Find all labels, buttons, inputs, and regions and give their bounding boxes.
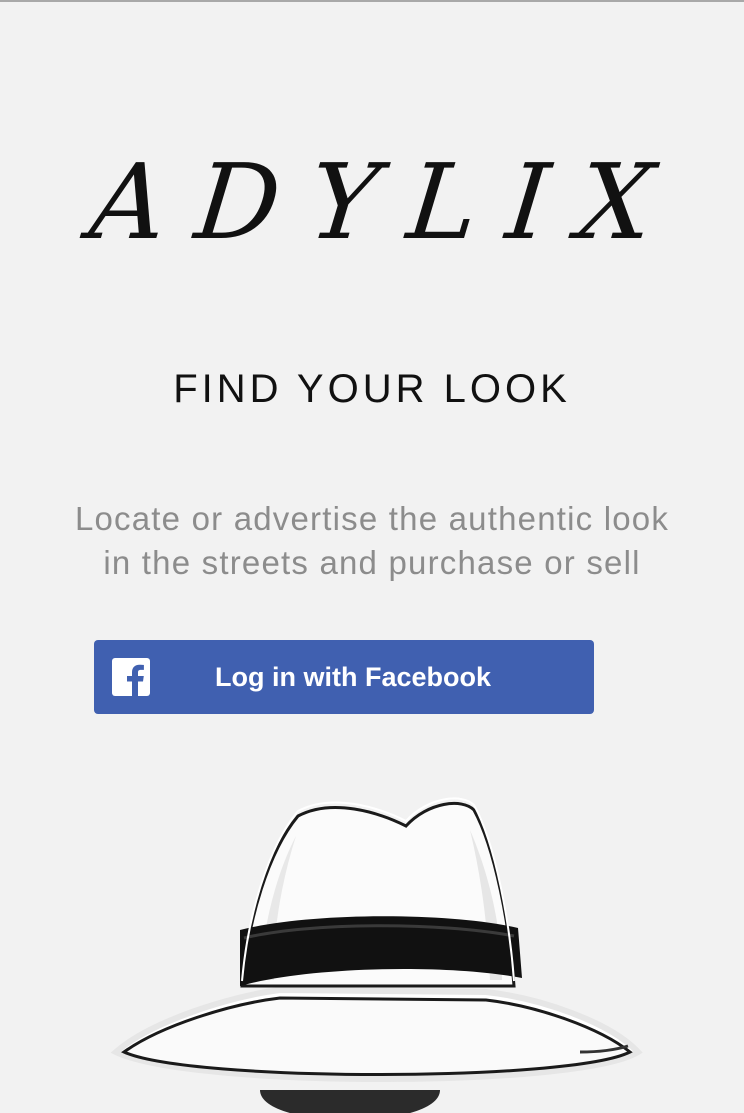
facebook-login-button[interactable]: Log in with Facebook xyxy=(94,640,594,714)
hat-illustration xyxy=(110,797,643,1113)
description-line-2: in the streets and purchase or sell xyxy=(103,544,641,581)
description-line-1: Locate or advertise the authentic look xyxy=(74,500,670,537)
facebook-login-label: Log in with Facebook xyxy=(215,662,491,692)
top-divider xyxy=(0,0,744,2)
app-logo: ADYLIX xyxy=(84,141,690,263)
tagline: FIND YOUR LOOK xyxy=(173,367,571,411)
app-description: Locate or advertise the authentic look i… xyxy=(0,497,744,585)
